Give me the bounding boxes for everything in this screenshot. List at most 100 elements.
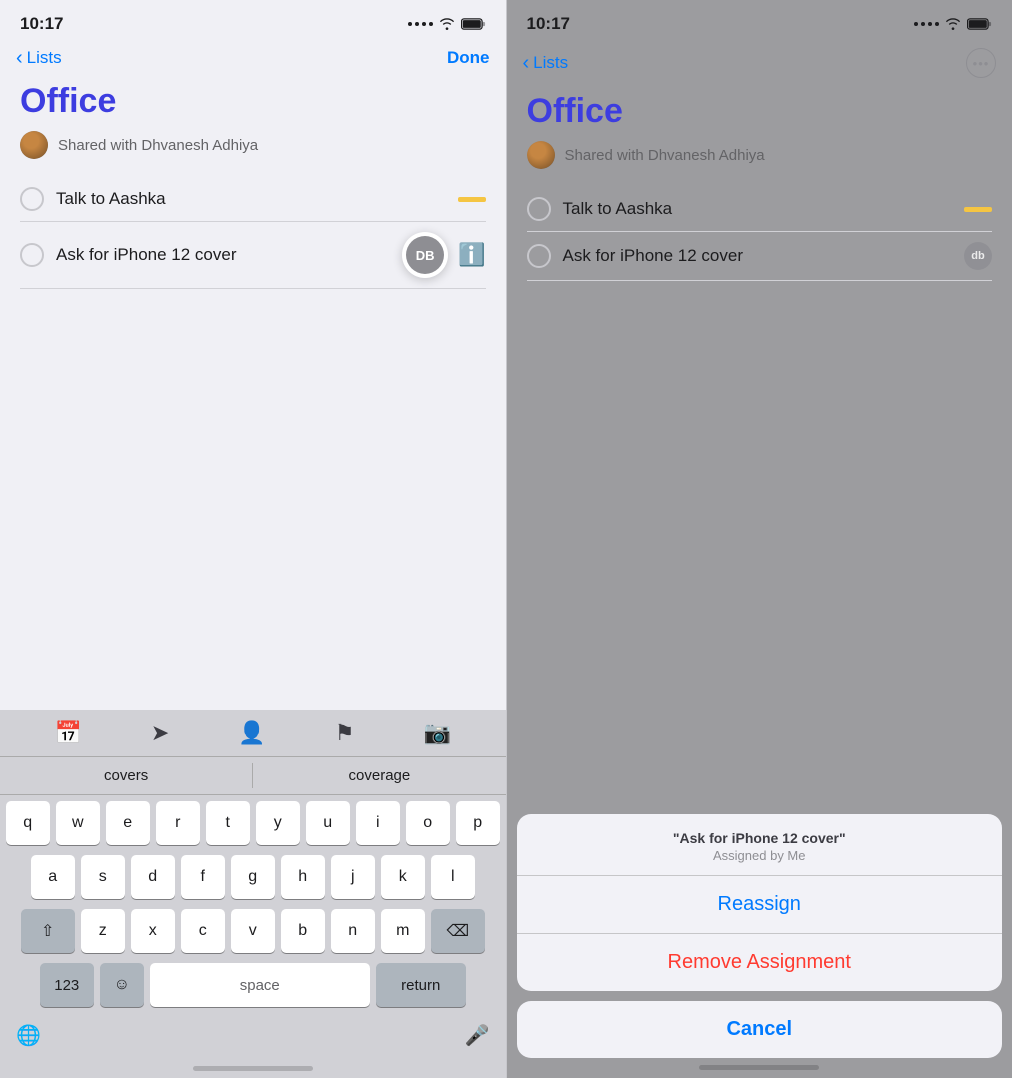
task-circle-1-right[interactable] <box>527 197 551 221</box>
action-sheet-cancel: Cancel <box>517 1001 1003 1058</box>
key-emoji[interactable]: ☺ <box>100 963 144 1007</box>
cancel-button[interactable]: Cancel <box>517 1001 1003 1058</box>
info-button[interactable]: ℹ️ <box>458 244 485 266</box>
key-c[interactable]: c <box>181 909 225 953</box>
battery-icon <box>461 18 486 30</box>
action-sheet-container: "Ask for iPhone 12 cover" Assigned by Me… <box>507 814 1012 1078</box>
home-bar-right <box>699 1065 819 1070</box>
key-x[interactable]: x <box>131 909 175 953</box>
home-indicator-left <box>0 1058 506 1078</box>
key-o[interactable]: o <box>406 801 450 845</box>
toolbar-row: 📅 ➤ 👤 ⚑ 📷 <box>0 710 506 757</box>
key-r[interactable]: r <box>156 801 200 845</box>
camera-toolbar-icon[interactable]: 📷 <box>424 720 451 746</box>
status-bar-right: 10:17 <box>507 0 1012 42</box>
key-a[interactable]: a <box>31 855 75 899</box>
signal-icon-right <box>914 22 939 26</box>
action-sheet-main: "Ask for iPhone 12 cover" Assigned by Me… <box>517 814 1003 991</box>
key-shift[interactable]: ⇧ <box>21 909 75 953</box>
db-avatar-big: DB <box>406 236 444 274</box>
home-bar-left <box>193 1066 313 1071</box>
right-panel: 10:17 ‹ Lists • <box>507 0 1012 1078</box>
status-time-right: 10:17 <box>527 14 570 34</box>
chevron-left-icon-right: ‹ <box>523 53 530 73</box>
keyboard-row-4: 123 ☺ space return <box>4 963 502 1007</box>
key-y[interactable]: y <box>256 801 300 845</box>
avatar-shared-right <box>527 141 555 169</box>
assign-db-button[interactable]: DB <box>402 232 448 278</box>
key-b[interactable]: b <box>281 909 325 953</box>
content-right: Office Shared with Dhvanesh Adhiya Talk … <box>507 88 1012 281</box>
left-panel: 10:17 ‹ Lists Done <box>0 0 506 1078</box>
key-delete[interactable]: ⌫ <box>431 909 485 953</box>
key-n[interactable]: n <box>331 909 375 953</box>
task-row-2-left[interactable]: Ask for iPhone 12 cover DB ℹ️ <box>20 222 486 289</box>
key-q[interactable]: q <box>6 801 50 845</box>
task-text-1-left: Talk to Aashka <box>56 189 458 209</box>
keyboard-row-1: q w e r t y u i o p <box>4 801 502 845</box>
task-circle-1-left[interactable] <box>20 187 44 211</box>
task-text-2-right: Ask for iPhone 12 cover <box>563 246 965 266</box>
done-button[interactable]: Done <box>447 48 490 68</box>
suggestion-1[interactable]: covers <box>0 763 253 788</box>
task-circle-2-left[interactable] <box>20 243 44 267</box>
person-toolbar-icon[interactable]: 👤 <box>238 720 265 746</box>
battery-icon-right <box>967 18 992 30</box>
key-t[interactable]: t <box>206 801 250 845</box>
bottom-bar-row: 🌐 🎤 <box>0 1017 506 1058</box>
suggestion-2[interactable]: coverage <box>253 763 505 788</box>
status-icons-right <box>914 18 992 30</box>
key-space[interactable]: space <box>150 963 370 1007</box>
key-u[interactable]: u <box>306 801 350 845</box>
calendar-toolbar-icon[interactable]: 📅 <box>55 720 82 746</box>
key-z[interactable]: z <box>81 909 125 953</box>
task-row-1-right[interactable]: Talk to Aashka <box>527 187 993 232</box>
task-row-1-left[interactable]: Talk to Aashka <box>20 177 486 222</box>
location-toolbar-icon[interactable]: ➤ <box>151 720 169 746</box>
key-k[interactable]: k <box>381 855 425 899</box>
key-d[interactable]: d <box>131 855 175 899</box>
keyboard: q w e r t y u i o p a s d f g h j k <box>0 795 506 1007</box>
key-v[interactable]: v <box>231 909 275 953</box>
mic-icon[interactable]: 🎤 <box>465 1023 490 1048</box>
shared-text-left: Shared with Dhvanesh Adhiya <box>58 137 258 154</box>
wifi-icon-right <box>945 18 961 30</box>
back-button-right[interactable]: ‹ Lists <box>523 53 569 73</box>
globe-icon[interactable]: 🌐 <box>16 1023 41 1048</box>
key-f[interactable]: f <box>181 855 225 899</box>
key-p[interactable]: p <box>456 801 500 845</box>
task-circle-2-right[interactable] <box>527 244 551 268</box>
key-h[interactable]: h <box>281 855 325 899</box>
more-button-right[interactable]: ••• <box>966 48 996 78</box>
list-title-right: Office <box>527 92 993 131</box>
remove-assignment-button[interactable]: Remove Assignment <box>517 934 1003 991</box>
status-icons-left <box>408 18 486 30</box>
task-row-2-right[interactable]: Ask for iPhone 12 cover db <box>527 232 993 281</box>
key-return[interactable]: return <box>376 963 466 1007</box>
db-avatar-right: db <box>964 242 992 270</box>
key-m[interactable]: m <box>381 909 425 953</box>
back-label-right: Lists <box>533 53 568 73</box>
key-l[interactable]: l <box>431 855 475 899</box>
key-i[interactable]: i <box>356 801 400 845</box>
wifi-icon <box>439 18 455 30</box>
reassign-button[interactable]: Reassign <box>517 876 1003 934</box>
nav-bar-right: ‹ Lists ••• <box>507 42 1012 88</box>
key-s[interactable]: s <box>81 855 125 899</box>
back-button-left[interactable]: ‹ Lists <box>16 48 62 68</box>
key-g[interactable]: g <box>231 855 275 899</box>
flag-toolbar-icon[interactable]: ⚑ <box>335 720 355 746</box>
shared-row-left: Shared with Dhvanesh Adhiya <box>20 131 486 159</box>
shared-row-right: Shared with Dhvanesh Adhiya <box>527 141 993 169</box>
dots-icon: ••• <box>973 56 990 71</box>
list-title-left: Office <box>20 82 486 121</box>
key-w[interactable]: w <box>56 801 100 845</box>
key-e[interactable]: e <box>106 801 150 845</box>
action-sheet-task-title: "Ask for iPhone 12 cover" <box>533 830 987 846</box>
status-time-left: 10:17 <box>20 14 63 34</box>
task-text-2-left: Ask for iPhone 12 cover <box>56 245 392 265</box>
back-label-left: Lists <box>27 48 62 68</box>
key-j[interactable]: j <box>331 855 375 899</box>
shared-text-right: Shared with Dhvanesh Adhiya <box>565 147 765 164</box>
key-num-toggle[interactable]: 123 <box>40 963 94 1007</box>
